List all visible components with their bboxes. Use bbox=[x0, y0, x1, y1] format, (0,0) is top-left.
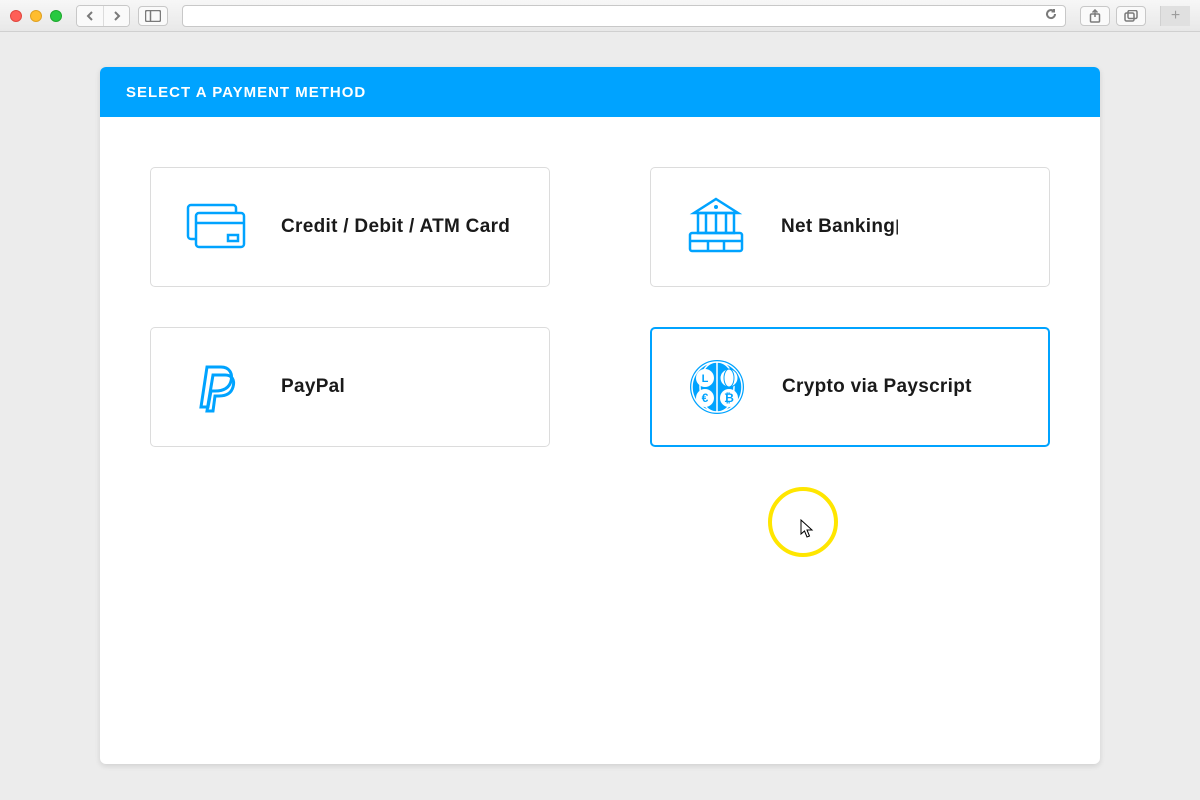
option-crypto[interactable]: L € ₿ Crypto via Payscript bbox=[650, 327, 1050, 447]
share-button[interactable] bbox=[1080, 6, 1110, 26]
crypto-icon: L € ₿ bbox=[682, 358, 752, 416]
forward-button[interactable] bbox=[103, 6, 129, 26]
panel-header: SELECT A PAYMENT METHOD bbox=[100, 67, 1100, 117]
tabs-button[interactable] bbox=[1116, 6, 1146, 26]
option-paypal[interactable]: PayPal bbox=[150, 327, 550, 447]
page-content: SELECT A PAYMENT METHOD Credit / Debit /… bbox=[0, 32, 1200, 800]
window-controls bbox=[10, 10, 62, 22]
svg-text:L: L bbox=[702, 373, 709, 385]
reload-icon[interactable] bbox=[1045, 7, 1057, 25]
payment-panel: SELECT A PAYMENT METHOD Credit / Debit /… bbox=[100, 67, 1100, 764]
browser-chrome: + bbox=[0, 0, 1200, 32]
option-crypto-label: Crypto via Payscript bbox=[782, 376, 972, 398]
maximize-window-button[interactable] bbox=[50, 10, 62, 22]
back-button[interactable] bbox=[77, 6, 103, 26]
paypal-icon bbox=[181, 361, 251, 413]
option-netbanking-label: Net Banking bbox=[781, 216, 895, 238]
svg-text:₿: ₿ bbox=[724, 391, 734, 405]
card-icon bbox=[181, 199, 251, 255]
svg-text:€: € bbox=[702, 391, 709, 405]
option-paypal-label: PayPal bbox=[281, 376, 345, 398]
option-card[interactable]: Credit / Debit / ATM Card bbox=[150, 167, 550, 287]
panel-title: SELECT A PAYMENT METHOD bbox=[126, 84, 366, 101]
option-netbanking[interactable]: Net Banking | bbox=[650, 167, 1050, 287]
toolbar-right bbox=[1080, 6, 1146, 26]
new-tab-button[interactable]: + bbox=[1160, 6, 1190, 26]
bank-icon bbox=[681, 195, 751, 259]
url-bar[interactable] bbox=[182, 5, 1066, 27]
payment-options: Credit / Debit / ATM Card bbox=[100, 117, 1100, 497]
option-card-label: Credit / Debit / ATM Card bbox=[281, 216, 510, 238]
nav-buttons bbox=[76, 5, 130, 27]
sidebar-toggle-button[interactable] bbox=[138, 6, 168, 26]
minimize-window-button[interactable] bbox=[30, 10, 42, 22]
close-window-button[interactable] bbox=[10, 10, 22, 22]
